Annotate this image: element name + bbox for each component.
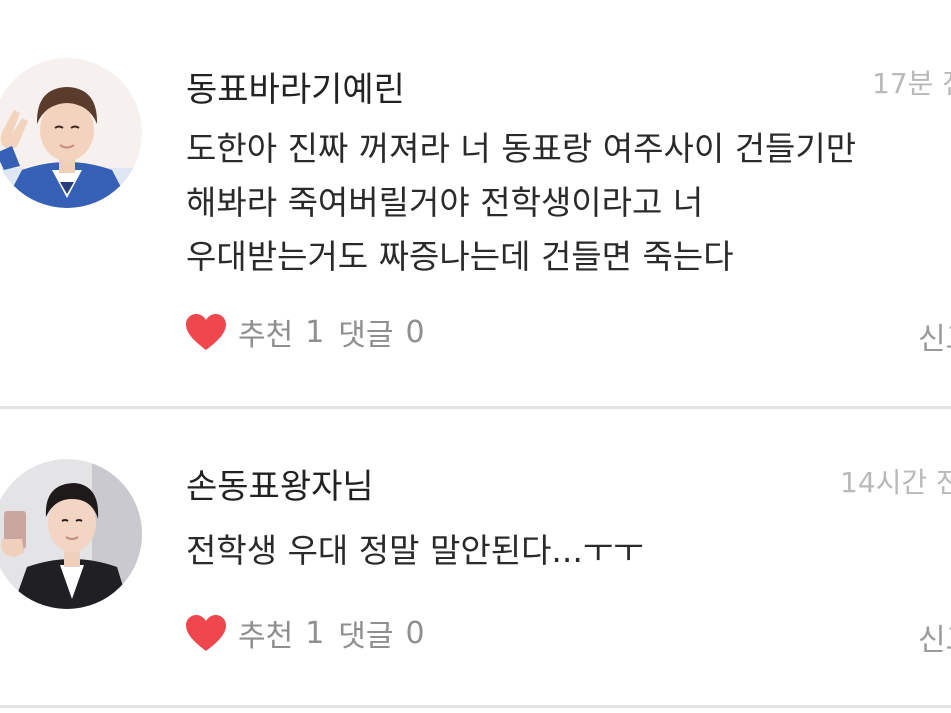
comment-text-line: 우대받는거도 짜증나는데 건들면 죽는다 [186,237,734,276]
divider [0,705,951,708]
comment-item: 손동표왕자님 14시간 전 전학생 우대 정말 말안된다...ㅜㅜ 추천 1 댓… [0,409,951,705]
avatar[interactable] [0,459,142,609]
like-label[interactable]: 추천 [238,611,293,655]
comment-text-line: 해봐라 죽여버릴거야 전학생이라고 너 [186,183,704,222]
comment-text-line: 도한아 진짜 꺼져라 너 동표랑 여주사이 건들기만 [186,129,857,168]
comment-timestamp: 17분 전 [872,67,951,100]
comment-text-line: 전학생 우대 정말 말안된다...ㅜㅜ [186,531,644,570]
heart-icon[interactable] [184,312,228,352]
heart-icon[interactable] [184,613,228,653]
reply-label[interactable]: 댓글 [338,310,393,354]
report-button[interactable]: 신고 [918,615,951,659]
comment-timestamp: 14시간 전 [840,466,951,499]
avatar[interactable] [0,58,142,208]
comment-text: 전학생 우대 정말 말안된다...ㅜㅜ [186,524,644,578]
profile-photo-icon [0,459,142,609]
reply-count: 0 [405,314,425,350]
comment-item: 동표바라기예린 17분 전 도한아 진짜 꺼져라 너 동표랑 여주사이 건들기만… [0,0,951,406]
like-label[interactable]: 추천 [238,310,293,354]
comment-text: 도한아 진짜 꺼져라 너 동표랑 여주사이 건들기만 해봐라 죽여버릴거야 전학… [186,122,856,284]
like-count: 1 [305,314,325,350]
report-button[interactable]: 신고 [918,314,951,358]
comment-username[interactable]: 손동표왕자님 [186,459,374,508]
comment-actions: 추천 1 댓글 0 [184,310,439,354]
like-count: 1 [305,615,325,651]
reply-count: 0 [405,615,425,651]
comment-actions: 추천 1 댓글 0 [184,611,439,655]
comment-username[interactable]: 동표바라기예린 [186,62,405,111]
profile-photo-icon [0,58,142,208]
reply-label[interactable]: 댓글 [338,611,393,655]
